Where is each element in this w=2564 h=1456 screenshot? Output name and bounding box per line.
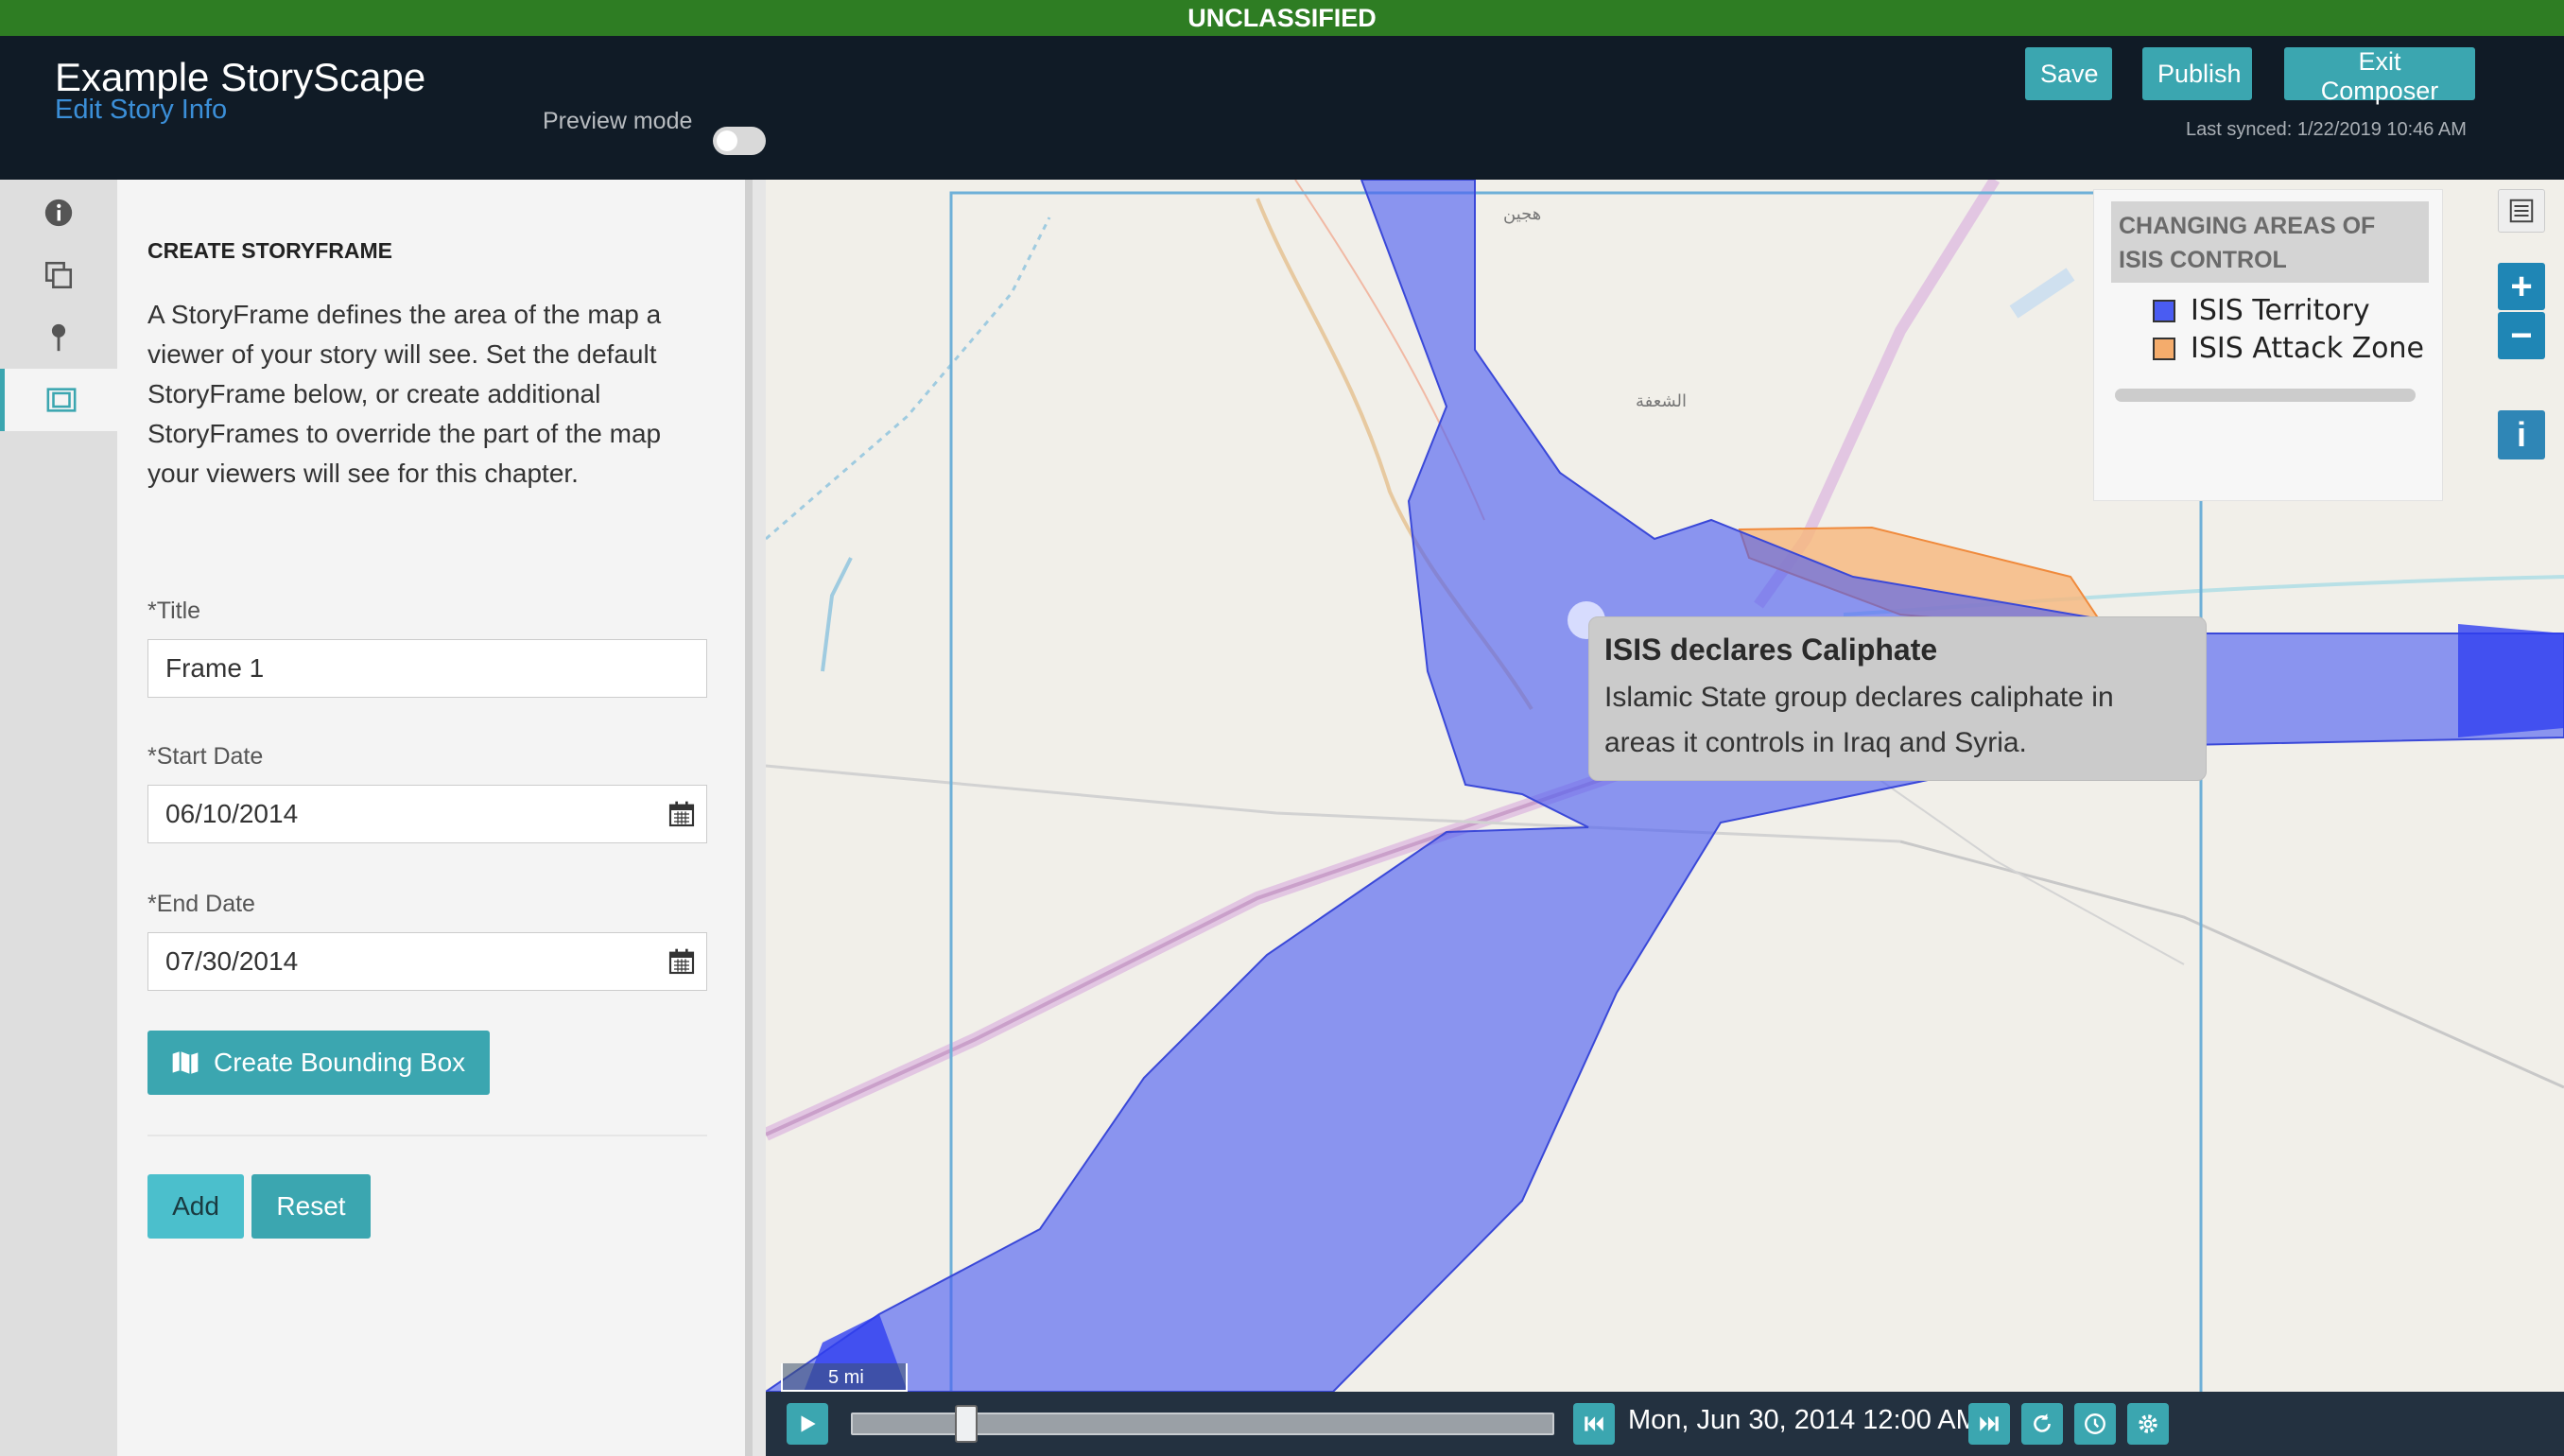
skip-forward-icon [1980,1416,1999,1431]
skip-forward-button[interactable] [1968,1403,2010,1445]
timeline-date: Mon, Jun 30, 2014 12:00 AM [1628,1405,1979,1435]
calendar-icon[interactable] [667,946,697,977]
end-date-value: 07/30/2014 [165,946,299,976]
timeline-bar: Mon, Jun 30, 2014 12:00 AM [766,1392,2564,1456]
end-date-label: *End Date [147,891,255,917]
legend-scrollbar[interactable] [2115,389,2416,402]
layers-button[interactable] [2498,189,2545,233]
start-date-label: *Start Date [147,743,264,770]
place-label-shafa: الشعفة [1636,391,1687,411]
place-label-hajin: هجين [1503,204,1541,224]
start-date-value: 06/10/2014 [165,799,299,828]
gear-icon [2139,1414,2157,1433]
play-button[interactable] [787,1403,828,1445]
create-bounding-box-label: Create Bounding Box [214,1048,466,1077]
sidebar-item-chapters[interactable] [0,244,117,306]
map-pin-icon [51,323,66,352]
copy-icon [44,261,73,289]
exit-composer-button[interactable]: Exit Composer [2284,47,2475,105]
publish-button[interactable]: Publish [2142,47,2252,100]
map-scale: 5 mi [781,1363,908,1392]
popup-title: ISIS declares Caliphate [1604,633,1938,667]
divider [147,1135,707,1136]
event-popup: ISIS declares Caliphate Islamic State gr… [1588,616,2207,781]
popup-body: Islamic State group declares caliphate i… [1604,682,2114,758]
add-button[interactable]: Add [147,1174,244,1239]
legend-item-attack-zone: ISIS Attack Zone [2153,332,2424,365]
app-header: Example StoryScape Edit Story Info Previ… [0,36,2564,180]
zoom-in-button[interactable]: + [2498,263,2545,310]
skip-back-icon [1585,1416,1603,1431]
preview-mode-toggle[interactable] [713,127,766,155]
toggle-knob [717,130,737,151]
legend-label: ISIS Territory [2191,294,2370,327]
time-settings-button[interactable] [2074,1403,2116,1445]
create-bounding-box-button[interactable]: Create Bounding Box [147,1031,490,1095]
timeline-slider-handle[interactable] [955,1405,978,1443]
legend-swatch [2153,299,2175,322]
sidebar-item-info[interactable] [0,182,117,244]
legend-item-territory: ISIS Territory [2153,294,2370,327]
preview-mode-label: Preview mode [543,108,693,134]
panel-description: A StoryFrame defines the area of the map… [147,300,662,488]
sidebar-item-pins[interactable] [0,306,117,369]
info-icon [44,199,73,227]
settings-button[interactable] [2127,1403,2169,1445]
edit-story-info-link[interactable]: Edit Story Info [55,95,227,126]
map-legend: CHANGING AREAS OF ISIS CONTROL ISIS Terr… [2093,189,2443,501]
panel-heading: CREATE STORYFRAME [147,238,392,263]
legend-title: CHANGING AREAS OF ISIS CONTROL [2111,201,2429,283]
sidebar-rail [0,180,117,1456]
save-button[interactable]: Save [2025,47,2112,100]
timeline-slider[interactable] [851,1405,1554,1443]
refresh-icon [2034,1413,2051,1432]
title-label: *Title [147,598,201,624]
last-synced-status: Last synced: 1/22/2019 10:46 AM [2186,119,2467,140]
panel-resize-handle[interactable] [745,180,766,1456]
legend-swatch [2153,337,2175,360]
legend-label: ISIS Attack Zone [2191,332,2425,365]
calendar-icon[interactable] [667,799,697,829]
title-input[interactable]: Frame 1 [147,639,707,698]
sidebar-item-storyframes[interactable] [0,369,117,431]
map-info-button[interactable]: i [2498,410,2545,459]
clock-icon [2085,1413,2105,1434]
list-icon [2509,199,2534,223]
classification-banner: UNCLASSIFIED [0,0,2564,36]
end-date-input[interactable]: 07/30/2014 [147,932,707,991]
storyframe-panel: CREATE STORYFRAME A StoryFrame defines t… [117,180,745,1456]
storyframe-icon [46,388,76,412]
zoom-out-button[interactable]: − [2498,312,2545,359]
skip-back-button[interactable] [1573,1403,1615,1445]
reset-button[interactable]: Reset [251,1174,371,1239]
story-title: Example StoryScape [55,55,426,99]
start-date-input[interactable]: 06/10/2014 [147,785,707,843]
map-icon [172,1051,199,1074]
play-icon [801,1415,816,1432]
loop-button[interactable] [2021,1403,2063,1445]
